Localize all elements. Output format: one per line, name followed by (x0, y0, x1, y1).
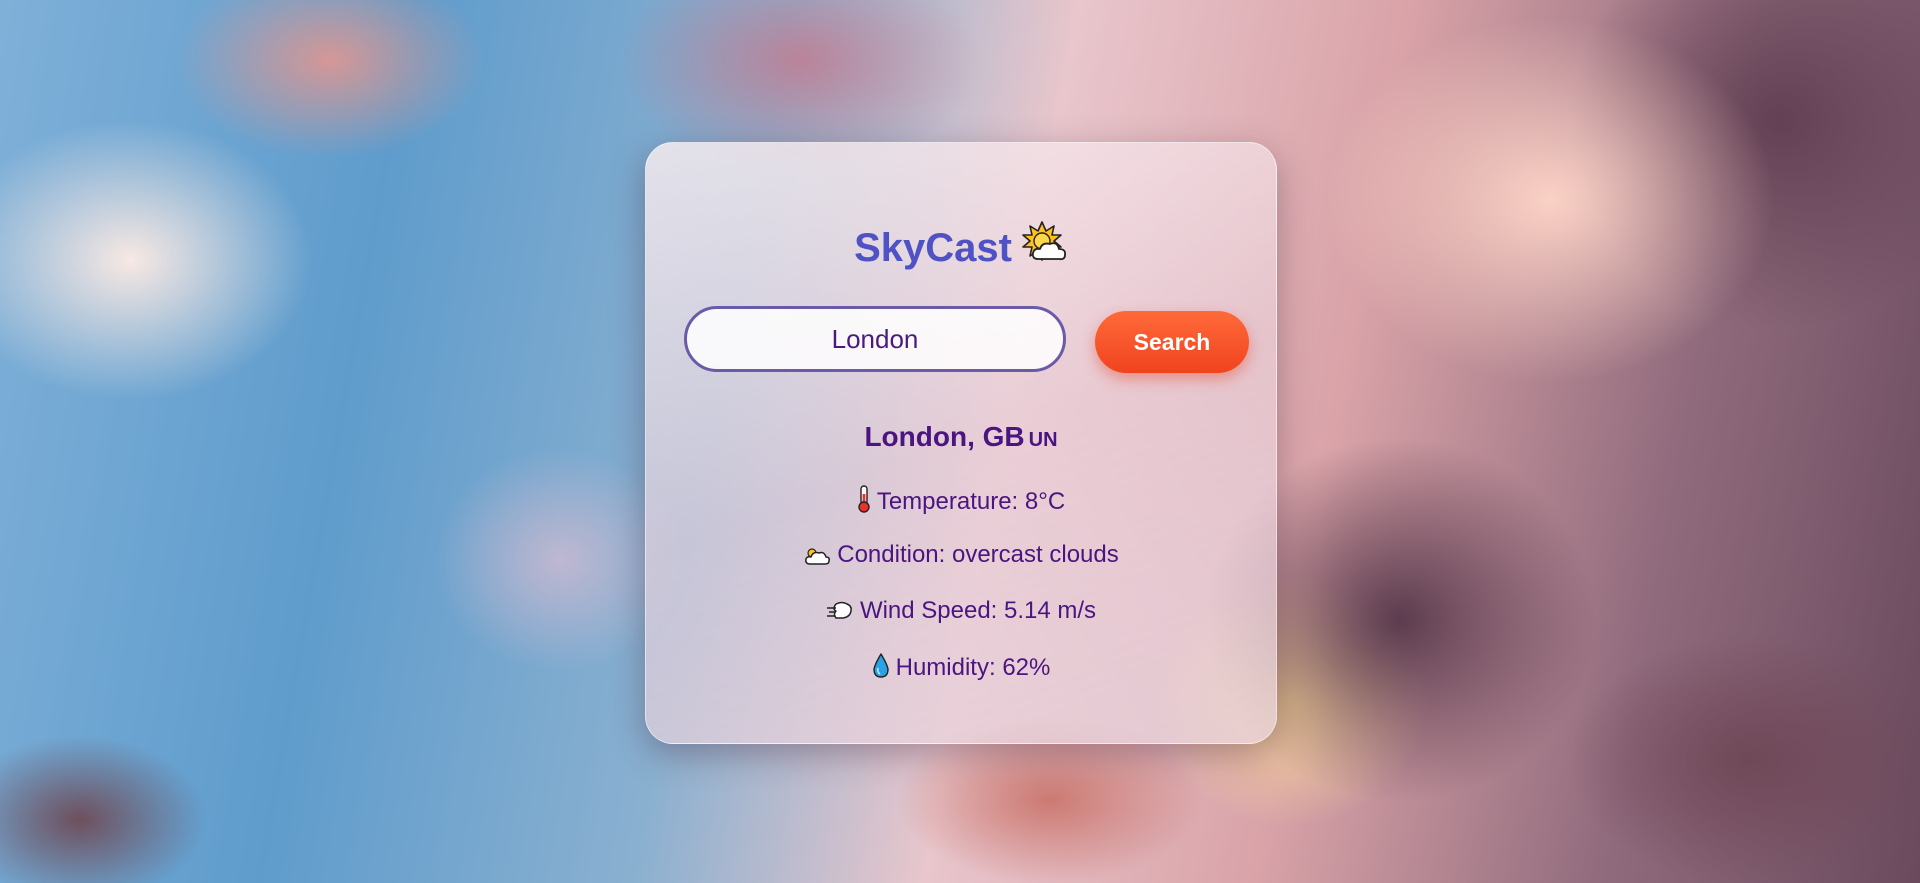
sun-behind-cloud-icon (1022, 221, 1068, 277)
location-name: London, GB (864, 421, 1025, 452)
app-title-row: SkyCast (646, 221, 1276, 277)
country-badge: UN (1028, 429, 1058, 451)
location-heading: London, GB UN (646, 421, 1276, 453)
wind-row: Wind Speed: 5.14 m/s (646, 597, 1276, 629)
humidity-row: Humidity: 62% (646, 653, 1276, 686)
wind-icon (826, 600, 854, 629)
thermometer-icon (857, 485, 871, 520)
cloud-icon (803, 545, 831, 573)
condition-text: Condition: overcast clouds (837, 541, 1119, 568)
temperature-text: Temperature: 8°C (876, 488, 1066, 515)
temperature-row: Temperature: 8°C (646, 485, 1276, 520)
search-button[interactable]: Search (1095, 311, 1249, 373)
condition-row: Condition: overcast clouds (646, 541, 1276, 573)
weather-card: SkyCast Search London, GBUN Temperature:… (645, 142, 1277, 744)
humidity-text: Humidity: 62% (895, 654, 1051, 681)
droplet-icon (872, 653, 890, 686)
app-title: SkyCast (854, 226, 1012, 270)
search-input[interactable] (684, 306, 1066, 372)
wind-text: Wind Speed: 5.14 m/s (859, 597, 1097, 624)
